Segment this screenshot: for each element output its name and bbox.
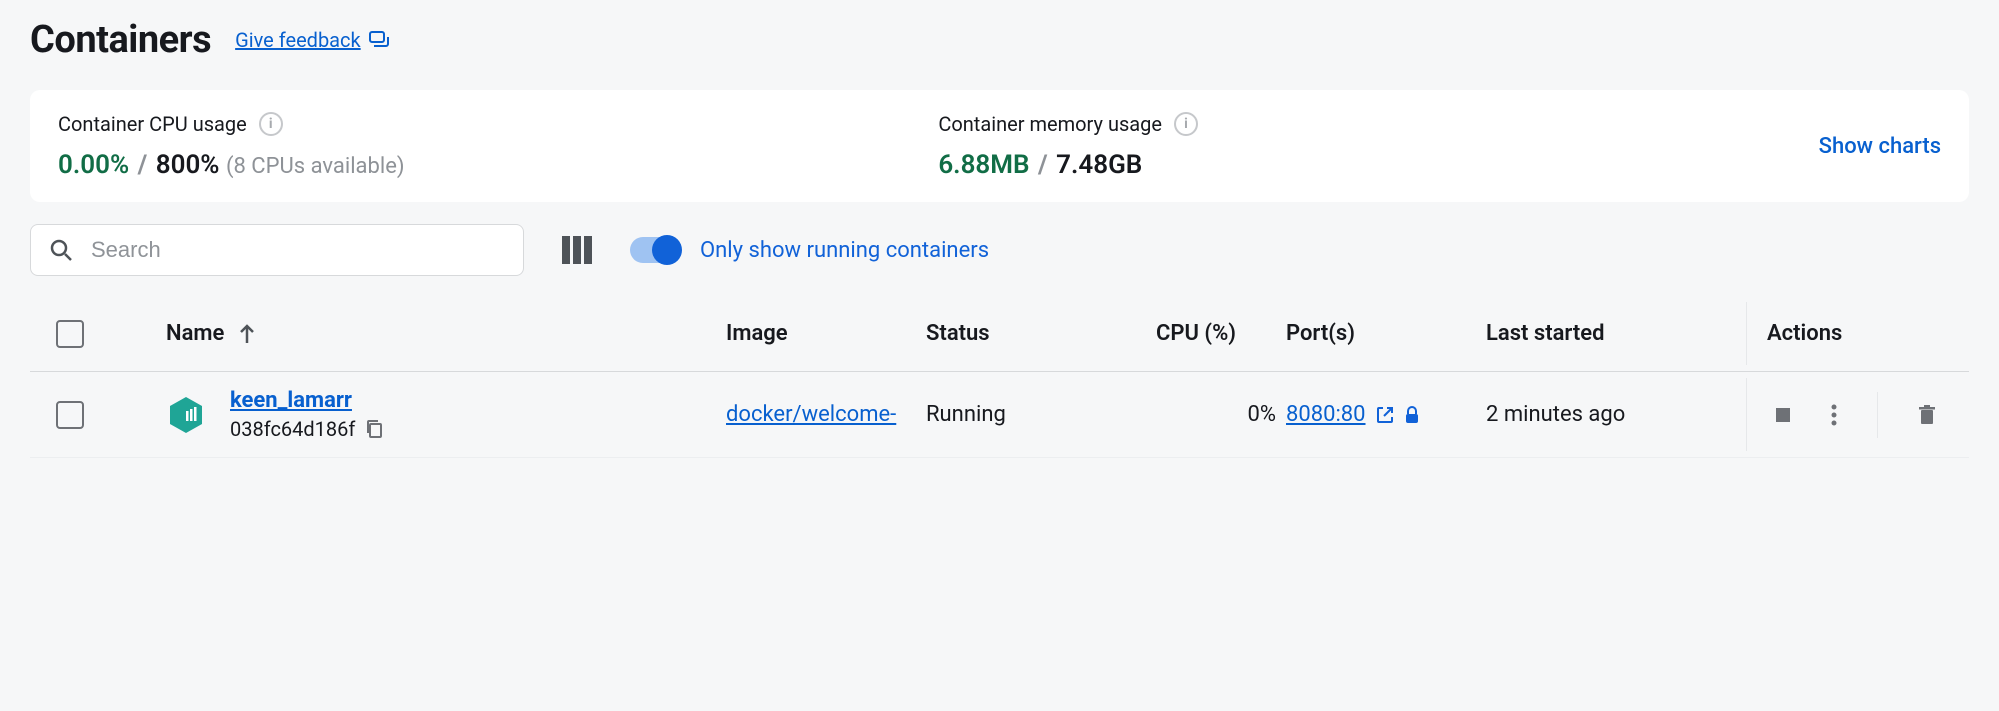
th-ports[interactable]: Port(s) bbox=[1286, 321, 1486, 346]
running-toggle[interactable] bbox=[630, 237, 680, 263]
feedback-icon bbox=[369, 31, 389, 49]
stats-card: Container CPU usage i 0.00% / 800% (8 CP… bbox=[30, 90, 1969, 202]
cpu-used: 0.00% bbox=[58, 150, 129, 180]
more-button[interactable] bbox=[1831, 404, 1837, 426]
container-name-link[interactable]: keen_lamarr bbox=[230, 388, 383, 413]
container-id: 038fc64d186f bbox=[230, 417, 355, 441]
trash-icon bbox=[1918, 405, 1936, 425]
container-icon bbox=[166, 395, 206, 435]
th-actions: Actions bbox=[1746, 302, 1943, 365]
show-charts-link[interactable]: Show charts bbox=[1819, 134, 1941, 159]
lock-icon bbox=[1404, 406, 1420, 424]
cpu-slash: / bbox=[138, 150, 148, 180]
table-row: keen_lamarr 038fc64d186f docker/welcome-… bbox=[30, 372, 1969, 458]
running-toggle-label: Only show running containers bbox=[700, 238, 989, 263]
cpu-note: (8 CPUs available) bbox=[226, 154, 405, 179]
search-box[interactable] bbox=[30, 224, 524, 276]
memory-total: 7.48GB bbox=[1056, 150, 1142, 180]
page-title: Containers bbox=[30, 18, 211, 62]
th-image[interactable]: Image bbox=[726, 321, 926, 346]
search-icon bbox=[49, 238, 73, 262]
kebab-icon bbox=[1831, 404, 1837, 426]
last-started: 2 minutes ago bbox=[1486, 402, 1746, 427]
image-link[interactable]: docker/welcome- bbox=[726, 402, 896, 427]
port-link[interactable]: 8080:80 bbox=[1286, 402, 1366, 427]
cpu-stat-label: Container CPU usage bbox=[58, 112, 247, 136]
cpu-value: 0% bbox=[1156, 402, 1286, 427]
row-checkbox[interactable] bbox=[56, 401, 84, 429]
cpu-stat: Container CPU usage i 0.00% / 800% (8 CP… bbox=[58, 112, 938, 180]
info-icon[interactable]: i bbox=[1174, 112, 1198, 136]
memory-slash: / bbox=[1038, 150, 1048, 180]
cpu-total: 800% bbox=[156, 150, 220, 180]
give-feedback-label: Give feedback bbox=[235, 28, 361, 52]
containers-table: Name Image Status CPU (%) Port(s) Last s… bbox=[30, 296, 1969, 458]
give-feedback-link[interactable]: Give feedback bbox=[235, 28, 389, 52]
columns-icon[interactable] bbox=[562, 236, 592, 264]
status-text: Running bbox=[926, 402, 1156, 427]
stop-button[interactable] bbox=[1775, 407, 1791, 423]
th-name[interactable]: Name bbox=[166, 321, 224, 346]
info-icon[interactable]: i bbox=[259, 112, 283, 136]
th-status[interactable]: Status bbox=[926, 321, 1156, 346]
memory-used: 6.88MB bbox=[938, 150, 1029, 180]
delete-button[interactable] bbox=[1918, 405, 1936, 425]
search-input[interactable] bbox=[91, 237, 505, 263]
th-cpu[interactable]: CPU (%) bbox=[1156, 321, 1286, 346]
copy-icon[interactable] bbox=[365, 419, 383, 439]
select-all-checkbox[interactable] bbox=[56, 320, 84, 348]
memory-stat-label: Container memory usage bbox=[938, 112, 1162, 136]
external-link-icon[interactable] bbox=[1376, 406, 1394, 424]
memory-stat: Container memory usage i 6.88MB / 7.48GB bbox=[938, 112, 1818, 180]
stop-icon bbox=[1775, 407, 1791, 423]
th-last-started[interactable]: Last started bbox=[1486, 321, 1746, 346]
action-separator bbox=[1877, 392, 1878, 438]
sort-asc-icon[interactable] bbox=[238, 323, 256, 345]
